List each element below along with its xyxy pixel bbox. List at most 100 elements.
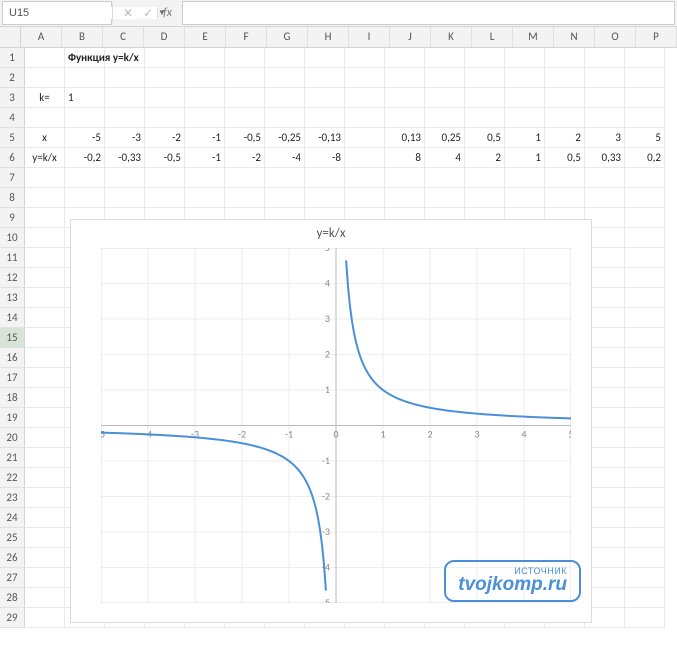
cell-A17[interactable] [25,368,65,388]
row-header[interactable]: 18 [0,388,25,408]
cell-E7[interactable] [185,168,225,188]
cell-E6[interactable]: -1 [185,148,225,168]
row-header[interactable]: 25 [0,528,25,548]
cell-B4[interactable] [65,108,105,128]
cell-A26[interactable] [25,548,65,568]
cell-B2[interactable] [65,68,105,88]
cell-P29[interactable] [625,608,665,628]
column-header[interactable]: F [226,27,267,47]
column-header[interactable]: D [144,27,185,47]
cell-B7[interactable] [65,168,105,188]
cell-O4[interactable] [585,108,625,128]
cell-H6[interactable]: -8 [305,148,345,168]
cell-P26[interactable] [625,548,665,568]
cell-P13[interactable] [625,288,665,308]
cell-N7[interactable] [545,168,585,188]
cell-G6[interactable]: -4 [265,148,305,168]
column-header[interactable]: C [103,27,144,47]
cell-P24[interactable] [625,508,665,528]
cell-E5[interactable]: -1 [185,128,225,148]
cell-C6[interactable]: -0,33 [105,148,145,168]
cell-P21[interactable] [625,448,665,468]
cell-P7[interactable] [625,168,665,188]
cell-P2[interactable] [625,68,665,88]
column-header[interactable]: M [513,27,554,47]
cell-N1[interactable] [545,48,585,68]
spreadsheet-grid[interactable]: ABCDEFGHIJKLMNOP 1Функция y=k/x23k=145x-… [0,27,677,647]
row-header[interactable]: 16 [0,348,25,368]
row-header[interactable]: 24 [0,508,25,528]
cell-K3[interactable] [425,88,465,108]
cell-O3[interactable] [585,88,625,108]
row-header[interactable]: 17 [0,368,25,388]
column-header[interactable]: E [185,27,226,47]
cell-A9[interactable] [25,208,65,228]
row-header[interactable]: 21 [0,448,25,468]
cell-I4[interactable] [345,108,385,128]
cell-A25[interactable] [25,528,65,548]
column-header[interactable]: H [308,27,349,47]
cell-H7[interactable] [305,168,345,188]
cell-A19[interactable] [25,408,65,428]
row-header[interactable]: 5 [0,128,25,148]
cell-A10[interactable] [25,228,65,248]
column-header[interactable]: J [390,27,431,47]
cell-K8[interactable] [425,188,465,208]
cell-L1[interactable] [465,48,505,68]
cell-N3[interactable] [545,88,585,108]
cell-G4[interactable] [265,108,305,128]
formula-input[interactable] [182,1,675,25]
cell-C4[interactable] [105,108,145,128]
cell-P12[interactable] [625,268,665,288]
cell-P15[interactable] [625,328,665,348]
cell-L4[interactable] [465,108,505,128]
cell-A6[interactable]: y=k/x [25,148,65,168]
cell-G2[interactable] [265,68,305,88]
cell-L7[interactable] [465,168,505,188]
cell-A15[interactable] [25,328,65,348]
cell-I7[interactable] [345,168,385,188]
cell-J1[interactable] [385,48,425,68]
row-header[interactable]: 3 [0,88,25,108]
cell-F2[interactable] [225,68,265,88]
cell-H4[interactable] [305,108,345,128]
cell-L2[interactable] [465,68,505,88]
cell-I1[interactable] [345,48,385,68]
cell-M5[interactable]: 1 [505,128,545,148]
row-header[interactable]: 11 [0,248,25,268]
cell-B8[interactable] [65,188,105,208]
cell-J7[interactable] [385,168,425,188]
cell-K6[interactable]: 4 [425,148,465,168]
cell-L6[interactable]: 2 [465,148,505,168]
row-header[interactable]: 28 [0,588,25,608]
cell-N8[interactable] [545,188,585,208]
cell-G1[interactable] [265,48,305,68]
cell-P16[interactable] [625,348,665,368]
cell-A8[interactable] [25,188,65,208]
row-header[interactable]: 7 [0,168,25,188]
cell-H1[interactable] [305,48,345,68]
cell-M4[interactable] [505,108,545,128]
cell-L3[interactable] [465,88,505,108]
cell-L5[interactable]: 0,5 [465,128,505,148]
cell-G8[interactable] [265,188,305,208]
cell-P10[interactable] [625,228,665,248]
cell-D5[interactable]: -2 [145,128,185,148]
cell-F5[interactable]: -0,5 [225,128,265,148]
cell-P27[interactable] [625,568,665,588]
cell-H5[interactable]: -0,13 [305,128,345,148]
cell-H8[interactable] [305,188,345,208]
cell-M8[interactable] [505,188,545,208]
column-header[interactable]: I [349,27,390,47]
cell-P8[interactable] [625,188,665,208]
row-header[interactable]: 20 [0,428,25,448]
cell-P1[interactable] [625,48,665,68]
column-header[interactable]: P [636,27,677,47]
cell-B5[interactable]: -5 [65,128,105,148]
cell-D4[interactable] [145,108,185,128]
cell-P9[interactable] [625,208,665,228]
cell-A11[interactable] [25,248,65,268]
cell-P22[interactable] [625,468,665,488]
row-header[interactable]: 1 [0,48,25,68]
cell-J5[interactable]: 0,13 [385,128,425,148]
